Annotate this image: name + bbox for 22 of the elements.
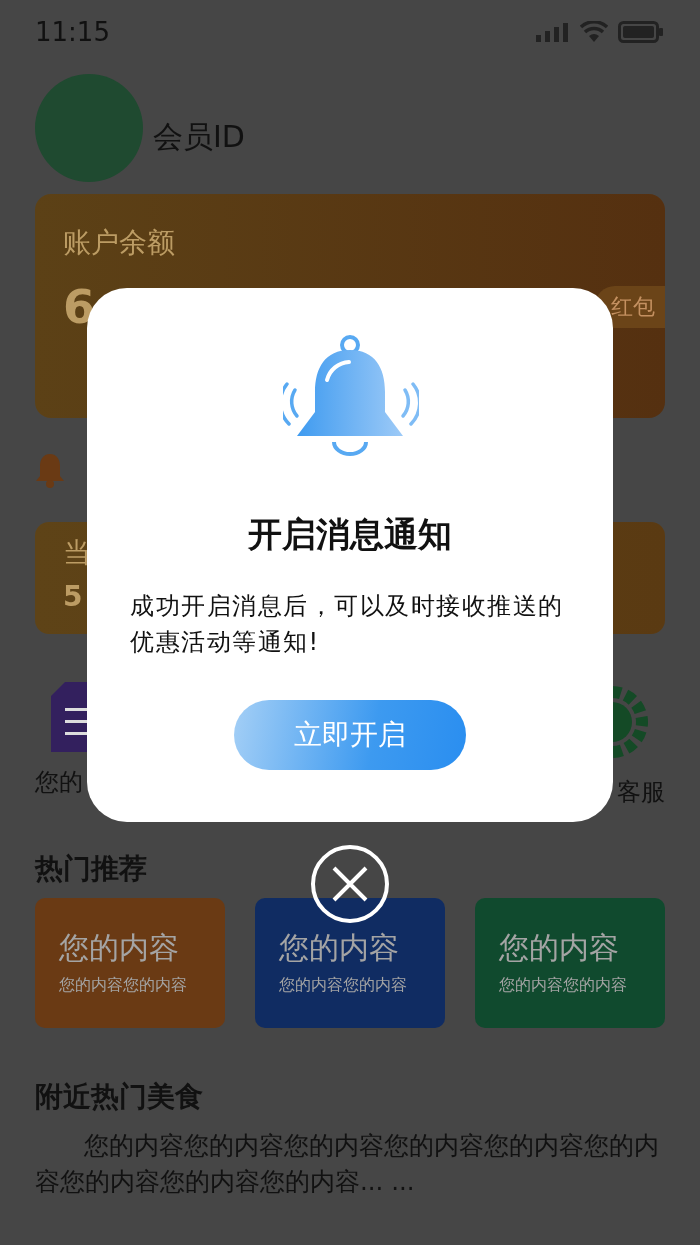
card-title: 您的内容: [59, 929, 179, 967]
balance-amount: 6: [63, 280, 95, 334]
card-label: 当: [63, 535, 91, 571]
signal-icon: [536, 22, 570, 42]
card-subtitle: 您的内容您的内容: [59, 975, 187, 996]
wifi-icon: [580, 21, 608, 43]
enable-button[interactable]: 立即开启: [234, 700, 466, 770]
card-title: 您的内容: [279, 929, 399, 967]
close-icon[interactable]: [310, 844, 390, 924]
card-value: 5: [63, 580, 83, 613]
ringing-bell-icon: [283, 332, 419, 456]
balance-label: 账户余额: [63, 225, 175, 261]
recommend-card[interactable]: 您的内容 您的内容您的内容: [475, 898, 665, 1028]
dialog-title: 开启消息通知: [248, 513, 452, 556]
card-title: 您的内容: [499, 929, 619, 967]
card-subtitle: 您的内容您的内容: [279, 975, 407, 996]
recommend-card[interactable]: 您的内容 您的内容您的内容: [35, 898, 225, 1028]
card-subtitle: 您的内容您的内容: [499, 975, 627, 996]
recommend-card[interactable]: 您的内容 您的内容您的内容: [255, 898, 445, 1028]
dialog-message: 成功开启消息后，可以及时接收推送的优惠活动等通知!: [130, 591, 565, 658]
battery-icon: [618, 21, 664, 43]
bell-icon: [35, 452, 65, 488]
